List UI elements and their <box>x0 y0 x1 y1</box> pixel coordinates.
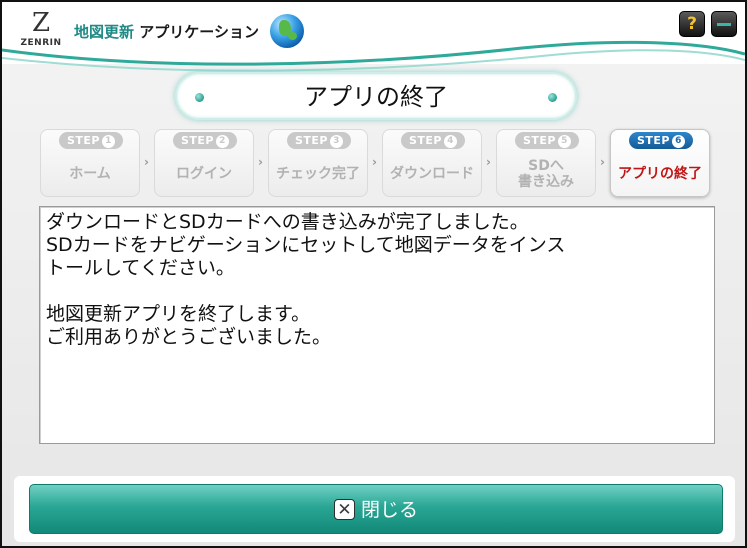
step-badge: STEP 2 <box>173 132 237 149</box>
step-3: STEP 3 チェック完了 <box>268 129 368 197</box>
step-label: アプリの終了 <box>618 166 702 182</box>
globe-icon <box>270 14 304 48</box>
logo-text: ZENRIN <box>20 38 62 48</box>
minimize-icon <box>717 23 731 26</box>
step-label: チェック完了 <box>276 166 360 182</box>
step-number-icon: 1 <box>102 135 115 148</box>
step-arrow-icon: › <box>600 155 605 169</box>
step-number-icon: 6 <box>672 135 685 148</box>
step-badge: STEP 4 <box>401 132 465 149</box>
step-label: SDへ 書き込み <box>518 158 574 190</box>
title-dot-right <box>548 93 557 102</box>
help-button[interactable]: ? <box>679 11 705 37</box>
zenrin-logo: Z ZENRIN <box>18 10 64 52</box>
step-badge: STEP 1 <box>59 132 123 149</box>
step-6-active: STEP 6 アプリの終了 <box>610 129 710 197</box>
step-arrow-icon: › <box>486 155 491 169</box>
step-5: STEP 5 SDへ 書き込み <box>496 129 596 197</box>
step-number-icon: 5 <box>558 135 571 148</box>
minimize-button[interactable] <box>711 11 737 37</box>
close-icon: ✕ <box>333 499 355 520</box>
step-badge: STEP 5 <box>515 132 579 149</box>
app-title-rest: アプリケーション <box>134 23 259 41</box>
logo-mark: Z <box>31 8 51 38</box>
step-number-icon: 2 <box>216 135 229 148</box>
step-4: STEP 4 ダウンロード <box>382 129 482 197</box>
step-arrow-icon: › <box>144 155 149 169</box>
step-label: ログイン <box>176 166 232 182</box>
step-number-icon: 4 <box>444 135 457 148</box>
app-title: 地図更新 アプリケーション <box>74 21 259 42</box>
app-window: Z ZENRIN 地図更新 アプリケーション ? アプリの終了 STEP 1 ホー… <box>0 0 747 548</box>
step-1: STEP 1 ホーム <box>40 129 140 197</box>
step-arrow-icon: › <box>258 155 263 169</box>
step-label: ホーム <box>69 166 111 182</box>
step-badge: STEP 3 <box>287 132 351 149</box>
close-button[interactable]: ✕ 閉じる <box>29 484 723 534</box>
step-label: ダウンロード <box>390 166 474 182</box>
step-number-icon: 3 <box>330 135 343 148</box>
message-box: ダウンロードとSDカードへの書き込みが完了しました。 SDカードをナビゲーション… <box>39 206 715 444</box>
step-arrow-icon: › <box>372 155 377 169</box>
help-icon: ? <box>687 14 697 34</box>
step-2: STEP 2 ログイン <box>154 129 254 197</box>
page-title-text: アプリの終了 <box>304 83 448 111</box>
step-badge: STEP 6 <box>629 132 693 149</box>
page-title: アプリの終了 <box>175 72 577 120</box>
close-button-label: 閉じる <box>360 499 418 521</box>
title-dot-left <box>195 93 204 102</box>
app-title-accent: 地図更新 <box>74 23 135 41</box>
